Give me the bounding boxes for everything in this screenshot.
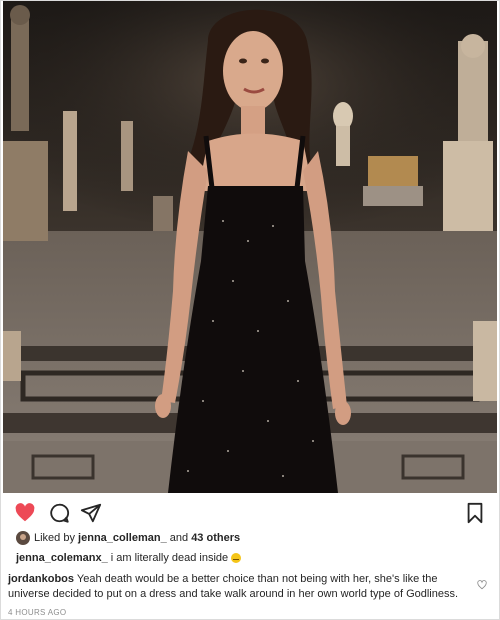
photo-woman-black-dress-museum <box>3 1 497 493</box>
post-caption: jenna_colemanx_ i am literally dead insi… <box>16 551 242 566</box>
worried-face-emoji-icon <box>231 553 242 564</box>
comment: jordankobos Yeah death would be a better… <box>8 572 470 602</box>
caption-username-link[interactable]: jenna_colemanx_ <box>16 552 108 564</box>
liked-by-and: and <box>169 532 189 544</box>
paper-plane-icon[interactable] <box>80 502 102 524</box>
liked-by-user-link[interactable]: jenna_colleman_ <box>78 530 167 546</box>
heart-outline-icon[interactable] <box>477 580 487 590</box>
comment-username-link[interactable]: jordankobos <box>8 573 74 585</box>
caption-text: i am literally dead inside <box>110 552 229 564</box>
post-timestamp[interactable]: 4 HOURS AGO <box>8 608 66 617</box>
comment-text: Yeah death would be a better choice than… <box>8 573 459 600</box>
liked-by-row: Liked by jenna_colleman_ and 43 others <box>16 530 240 546</box>
post-actions <box>14 502 486 524</box>
bookmark-icon[interactable] <box>464 502 486 524</box>
liked-by-prefix: Liked by <box>34 532 75 544</box>
liker-avatar[interactable] <box>16 531 30 545</box>
liked-by-others-link[interactable]: 43 others <box>191 530 240 546</box>
heart-filled-icon[interactable] <box>14 502 36 524</box>
comment-bubble-icon[interactable] <box>48 502 70 524</box>
post-photo[interactable] <box>3 1 497 493</box>
